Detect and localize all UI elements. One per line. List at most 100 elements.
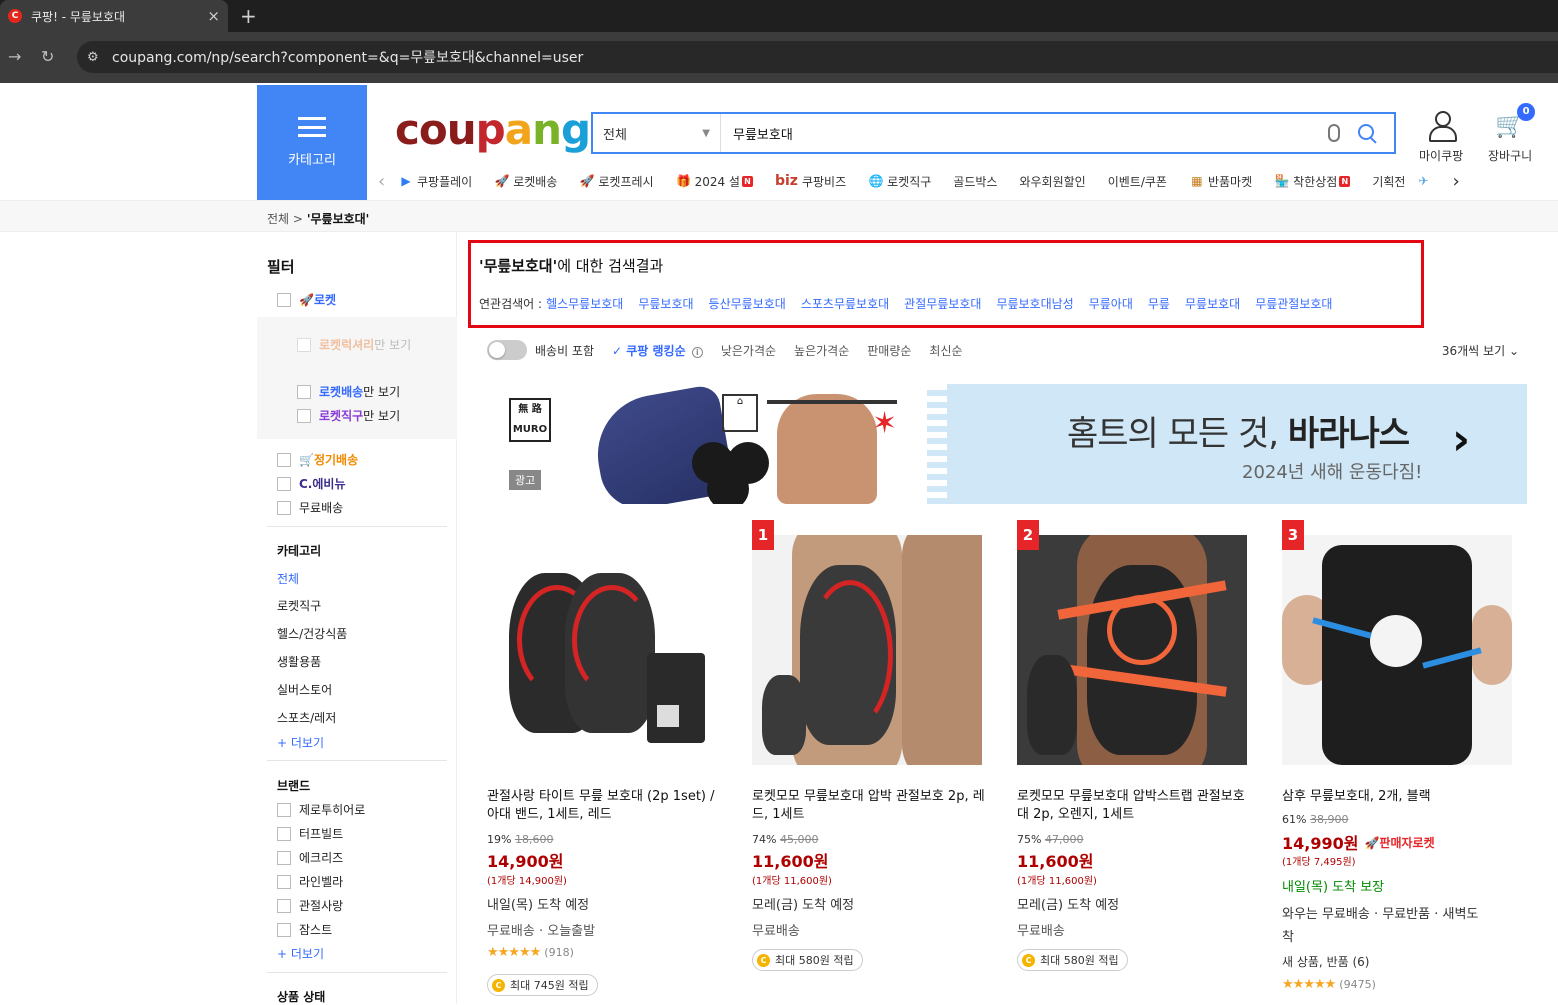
category-link[interactable]: 헬스/건강식품 [277, 625, 347, 642]
search-icon[interactable] [1356, 122, 1378, 144]
related-keyword-link[interactable]: 무릎보호대 [638, 295, 693, 312]
search-input[interactable] [721, 114, 1328, 152]
checkbox[interactable] [277, 452, 291, 467]
shortcut-return-market[interactable]: ▦ 반품마켓 [1189, 173, 1252, 190]
product-title[interactable]: 로켓모모 무릎보호대 압박 관절보호 2p, 레드, 1세트 [752, 788, 987, 824]
brand-more-link[interactable]: + 더보기 [277, 945, 324, 962]
checkbox[interactable] [277, 500, 291, 515]
unit-price: (1개당 11,600원) [1017, 876, 1097, 887]
shortcut-coupang-play[interactable]: ▶ 쿠팡플레이 [398, 173, 472, 190]
coin-icon: C [1022, 953, 1035, 967]
chevron-left-icon[interactable]: ‹ [378, 171, 398, 192]
related-keyword-link[interactable]: 무릎보호대남성 [996, 295, 1073, 312]
site-info-icon[interactable]: ⚙ [87, 50, 112, 65]
category-link[interactable]: 실버스토어 [277, 681, 332, 698]
brand-filter[interactable]: 에크리즈 [277, 849, 343, 866]
reload-icon[interactable]: ↻ [41, 47, 54, 66]
related-keyword-link[interactable]: 스포츠무릎보호대 [801, 295, 889, 312]
close-tab-icon[interactable]: × [207, 7, 220, 25]
category-more-link[interactable]: + 더보기 [277, 734, 324, 751]
browser-tab[interactable]: C 쿠팡! - 무릎보호대 × [0, 0, 228, 32]
brand-filter[interactable]: 관절사랑 [277, 897, 343, 914]
related-keyword-link[interactable]: 관절무릎보호대 [904, 295, 981, 312]
new-tab-icon[interactable]: + [240, 4, 257, 28]
checkbox[interactable] [297, 384, 311, 399]
category-button[interactable]: 카테고리 [257, 85, 367, 200]
checkbox[interactable] [277, 922, 291, 937]
search-category-select[interactable]: 전체 ▼ [593, 114, 721, 152]
category-section-title: 카테고리 [277, 544, 322, 558]
shortcut-goldbox[interactable]: 골드박스 [953, 173, 997, 190]
checkbox[interactable] [277, 898, 291, 913]
category-link[interactable]: 로켓직구 [277, 597, 321, 614]
shortcut-2024-seol[interactable]: 🎁 2024 설N [676, 173, 753, 190]
related-keyword-link[interactable]: 헬스무릎보호대 [546, 295, 623, 312]
headline-brand: 바라나스 [1287, 414, 1410, 454]
category-link[interactable]: 스포츠/레저 [277, 709, 336, 726]
shortcut-exhibition[interactable]: 기획전 [1372, 173, 1405, 190]
product-title[interactable]: 관절사랑 타이트 무릎 보호대 (2p 1set) / 아대 밴드, 1세트, … [487, 788, 722, 824]
forward-icon[interactable]: → [8, 47, 21, 66]
product-image[interactable] [1282, 535, 1512, 765]
filter-rocket[interactable]: 🚀 로켓 [277, 291, 336, 308]
breadcrumb-root[interactable]: 전체 [267, 212, 289, 226]
microphone-icon[interactable] [1328, 124, 1340, 142]
sort-sales[interactable]: 판매량순 [867, 342, 911, 359]
my-coupang-button[interactable]: 마이쿠팡 [1419, 111, 1463, 164]
checkbox[interactable] [297, 408, 311, 423]
cart-button[interactable]: 🛒 0 장바구니 [1488, 103, 1536, 164]
brand-filter[interactable]: 터프빌트 [277, 825, 343, 842]
sort-high-price[interactable]: 높은가격순 [794, 342, 849, 359]
checkbox[interactable] [277, 874, 291, 889]
category-link[interactable]: 생활용품 [277, 653, 321, 670]
coupang-logo[interactable]: coupang [395, 105, 591, 154]
filter-rocket-direct[interactable]: 로켓직구 만 보기 [297, 407, 400, 424]
category-link[interactable]: 전체 [277, 570, 299, 587]
related-keyword-link[interactable]: 등산무릎보호대 [709, 295, 786, 312]
related-keyword-link[interactable]: 무릎 [1148, 295, 1170, 312]
checkbox[interactable] [277, 826, 291, 841]
shortcut-events[interactable]: 이벤트/쿠폰 [1108, 173, 1167, 190]
sort-low-price[interactable]: 낮은가격순 [721, 342, 776, 359]
product-title[interactable]: 삼후 무릎보호대, 2개, 블랙 [1282, 788, 1517, 806]
filter-title: 필터 [267, 258, 295, 276]
shortcut-wow-discount[interactable]: 와우회원할인 [1019, 173, 1085, 190]
filter-rocket-delivery[interactable]: 로켓배송 만 보기 [297, 383, 400, 400]
checkbox[interactable] [277, 292, 291, 307]
product-image[interactable] [487, 535, 717, 765]
filter-c-avenue[interactable]: C.에비뉴 [277, 475, 346, 492]
brand-filter[interactable]: 라인벨라 [277, 873, 343, 890]
related-keyword-link[interactable]: 무릎관절보호대 [1255, 295, 1332, 312]
product-title[interactable]: 로켓모모 무릎보호대 압박스트랩 관절보호대 2p, 오렌지, 1세트 [1017, 788, 1252, 824]
shortcut-rocket-direct[interactable]: 🌐 로켓직구 [868, 173, 932, 190]
info-icon[interactable]: i [691, 346, 703, 358]
chevron-right-icon[interactable]: › [1452, 171, 1472, 192]
discount-rate: 74% [752, 833, 777, 846]
filter-subscription[interactable]: 🛒 정기배송 [277, 451, 358, 468]
product-image[interactable] [1017, 535, 1247, 765]
related-keyword-link[interactable]: 무릎아대 [1089, 295, 1133, 312]
checkbox[interactable] [277, 476, 291, 491]
brand-filter[interactable]: 제로투히어로 [277, 801, 365, 818]
checkbox[interactable] [277, 850, 291, 865]
checkbox[interactable] [277, 802, 291, 817]
airplane-icon[interactable]: ✈ [1415, 173, 1431, 189]
brand-filter[interactable]: 잠스트 [277, 921, 332, 938]
filter-free-shipping[interactable]: 무료배송 [277, 499, 343, 516]
shortcut-good-store[interactable]: 🏪 착한상점 N [1274, 173, 1351, 190]
market-icon: ▦ [1191, 174, 1203, 188]
sort-ranking[interactable]: ✓ 쿠팡 랭킹순 i [612, 342, 703, 359]
checkbox[interactable] [297, 338, 311, 352]
chevron-right-icon[interactable]: › [1452, 414, 1470, 465]
product-image[interactable] [752, 535, 982, 765]
related-keyword-link[interactable]: 무릎보호대 [1185, 295, 1240, 312]
ad-banner[interactable]: 無 路 MURO ⌂ ✶ 광고 홈트의 모든 것, 바라나스 2024년 새해 운… [477, 384, 1527, 504]
shortcut-rocket-delivery[interactable]: 🚀 로켓배송 [494, 173, 558, 190]
shortcut-coupang-biz[interactable]: biz 쿠팡비즈 [775, 173, 846, 190]
shortcut-rocket-fresh[interactable]: 🚀 로켓프레시 [579, 173, 654, 190]
filter-rocket-luxury[interactable]: 로켓럭셔리 만 보기 [297, 335, 417, 355]
url-bar[interactable]: ⚙ coupang.com/np/search?component=&q=무릎보… [77, 41, 1558, 73]
sort-newest[interactable]: 최신순 [929, 342, 962, 359]
shipping-fee-toggle[interactable] [487, 340, 527, 360]
per-page-select[interactable]: 36개씩 보기 ⌄ [1442, 342, 1519, 359]
